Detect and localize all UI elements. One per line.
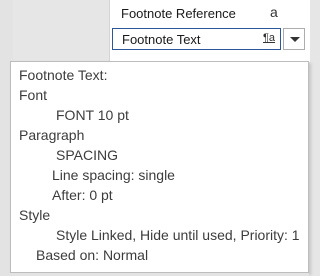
tooltip-title: Footnote Text: — [19, 67, 108, 83]
after-spacing-detail: After: 0 pt — [52, 187, 113, 203]
font-detail: FONT 10 pt — [56, 107, 129, 123]
style-description-tooltip: Footnote Text: Font FONT 10 pt Paragraph… — [10, 61, 309, 273]
style-heading: Style — [19, 207, 51, 223]
linked-style-icon: ¶a — [263, 32, 276, 44]
character-style-icon: a — [270, 4, 278, 20]
spacing-label: SPACING — [56, 147, 118, 163]
style-item-footnote-text[interactable]: Footnote Text ¶a — [112, 28, 281, 50]
line-spacing-detail: Line spacing: single — [52, 167, 175, 183]
style-item-label: Footnote Reference — [121, 6, 236, 21]
style-options-dropdown-button[interactable] — [283, 28, 305, 50]
styles-pane: Footnote Reference a Footnote Text ¶a — [109, 0, 310, 62]
document-background — [13, 0, 109, 62]
font-heading: Font — [19, 87, 48, 103]
based-on-detail: Based on: Normal — [36, 247, 149, 263]
paragraph-heading: Paragraph — [19, 127, 85, 143]
style-item-label: Footnote Text — [122, 32, 201, 47]
style-detail: Style Linked, Hide until used, Priority:… — [56, 227, 300, 243]
style-item-footnote-reference[interactable]: Footnote Reference a — [110, 3, 310, 25]
